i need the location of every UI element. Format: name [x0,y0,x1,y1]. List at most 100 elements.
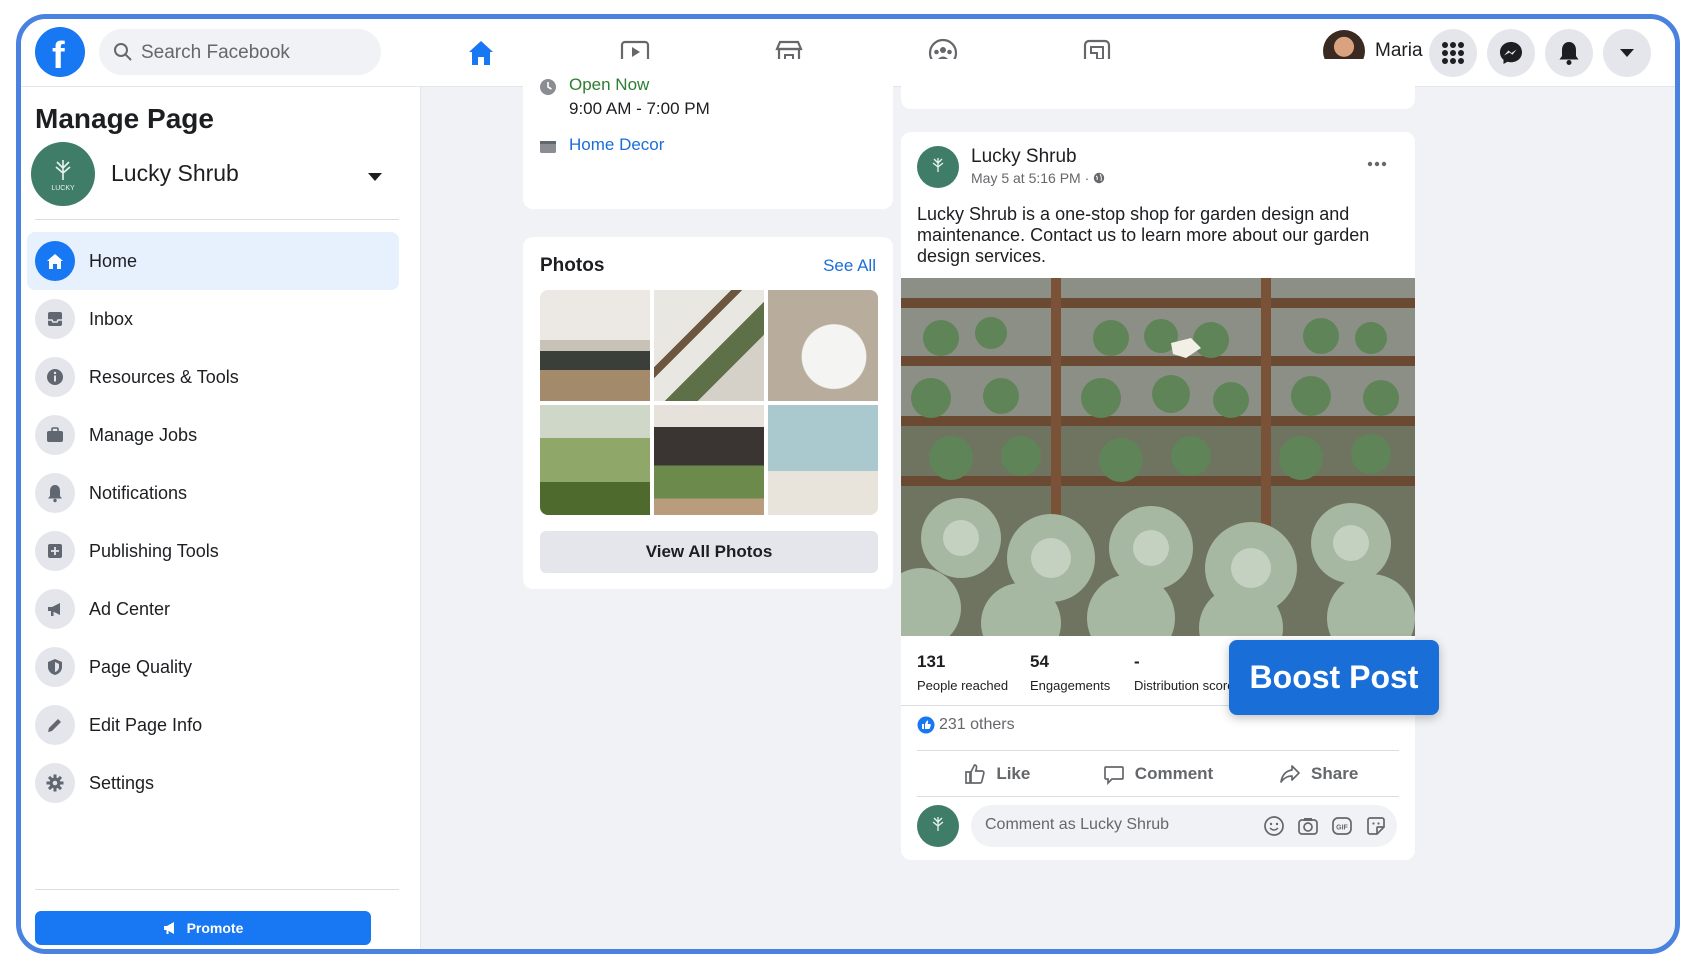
sidebar-menu: Home Inbox Resources & Tools Manage Jobs… [27,232,399,812]
reactions-count: 231 others [939,716,1015,733]
sidebar-item-ad-center[interactable]: Ad Center [27,580,399,638]
comment-placeholder: Comment as Lucky Shrub [985,816,1170,833]
messenger-icon[interactable] [1487,29,1535,77]
category-link[interactable]: Home Decor [569,135,664,155]
comment-tools: GIF [1263,815,1387,837]
clock-icon [540,79,556,95]
sidebar-item-manage-jobs[interactable]: Manage Jobs [27,406,399,464]
sidebar-item-settings[interactable]: Settings [27,754,399,812]
like-label: Like [996,764,1031,783]
tag-icon [540,141,556,153]
comment-input[interactable]: Comment as Lucky Shrub GIF [971,805,1397,847]
post-text: Lucky Shrub is a one-stop shop for garde… [917,204,1370,266]
stat-label: Distribution score [1134,678,1235,693]
like-button[interactable]: Like [917,752,1078,796]
stat-value: 54 [1030,652,1049,671]
comment-composer: Comment as Lucky Shrub GIF [917,805,1399,849]
facebook-logo-icon[interactable]: f [35,27,85,77]
share-button[interactable]: Share [1238,752,1399,796]
sidebar-item-resources-tools[interactable]: Resources & Tools [27,348,399,406]
shield-icon [35,647,75,687]
stat-value: 131 [917,652,946,671]
divider [917,750,1399,751]
sidebar-item-label: Page Quality [89,656,193,677]
info-icon [35,357,75,397]
photo-thumbnail[interactable] [540,404,650,515]
sidebar-item-page-quality[interactable]: Page Quality [27,638,399,696]
search-placeholder: Search Facebook [141,42,290,63]
comment-button[interactable]: Comment [1078,752,1239,796]
app-window: f Search Facebook Maria Manage Page LUCK… [16,14,1680,954]
sticker-icon[interactable] [1365,815,1387,837]
boost-post-button[interactable]: Boost Post [1229,640,1439,715]
photo-thumbnail[interactable] [540,290,650,401]
divider [35,219,399,220]
sidebar-item-home[interactable]: Home [27,232,399,290]
stat-value: - [1134,652,1140,671]
caret-down-icon[interactable] [367,169,383,187]
page-selector[interactable]: LUCKY Lucky Shrub [31,142,383,208]
account-caret-down-icon[interactable] [1603,29,1651,77]
gear-icon [35,763,75,803]
sidebar-item-label: Resources & Tools [89,366,239,387]
photo-grid [540,290,878,515]
post-author[interactable]: Lucky Shrub [971,146,1077,168]
like-reaction-icon [917,716,935,734]
sidebar-item-edit-page-info[interactable]: Edit Page Info [27,696,399,754]
page-avatar[interactable] [917,146,959,188]
briefcase-icon [35,415,75,455]
svg-text:LUCKY: LUCKY [51,185,75,192]
promote-button[interactable]: Promote [35,911,371,945]
sidebar-item-inbox[interactable]: Inbox [27,290,399,348]
camera-icon[interactable] [1297,815,1319,837]
promote-label: Promote [186,920,244,936]
share-icon [1280,765,1300,783]
search-icon [114,43,132,61]
divider [917,796,1399,797]
sidebar-item-notifications[interactable]: Notifications [27,464,399,522]
globe-icon [1093,172,1105,184]
more-options-icon[interactable] [1367,154,1387,172]
sidebar-item-label: Settings [89,772,155,793]
sidebar-item-label: Inbox [89,308,134,329]
photo-thumbnail[interactable] [768,290,878,401]
search-bar[interactable]: Search Facebook [99,29,381,75]
pencil-icon [35,705,75,745]
sidebar-item-label: Notifications [89,482,188,503]
post-image[interactable] [881,278,1415,670]
stat-people-reached: 131 People reached [917,652,1008,693]
share-label: Share [1311,764,1359,783]
sidebar-item-label: Manage Jobs [89,424,198,445]
page-avatar: LUCKY [31,142,95,206]
photo-thumbnail[interactable] [654,290,764,401]
menu-grid-icon[interactable] [1429,29,1477,77]
home-icon [35,241,75,281]
emoji-icon[interactable] [1263,815,1285,837]
comment-label: Comment [1134,764,1214,783]
comment-icon [1103,766,1124,785]
reactions-summary[interactable]: 231 others [917,716,1015,734]
post-actions: Like Comment Share [917,752,1399,796]
sidebar-item-publishing-tools[interactable]: Publishing Tools [27,522,399,580]
page-name: Lucky Shrub [111,160,239,186]
photo-thumbnail[interactable] [654,404,764,515]
view-all-photos-button[interactable]: View All Photos [540,531,878,573]
hours-text: 9:00 AM - 7:00 PM [569,99,710,118]
open-status: Open Now [569,75,650,94]
photo-thumbnail[interactable] [768,404,878,515]
home-icon[interactable] [461,33,501,73]
see-all-link[interactable]: See All [823,256,876,276]
sidebar-item-label: Publishing Tools [89,540,219,561]
post-card: Lucky Shrub May 5 at 5:16 PM · Lucky Shr… [881,132,1415,860]
bell-icon[interactable] [1545,29,1593,77]
sidebar-title: Manage Page [35,103,214,134]
megaphone-icon [163,922,174,934]
page-info-card: Open Now 9:00 AM - 7:00 PM Home Decor [523,59,893,209]
stat-label: Engagements [1030,678,1111,693]
svg-text:f: f [52,35,65,77]
post-date-text: May 5 at 5:16 PM · [971,170,1094,186]
stat-engagements: 54 Engagements [1030,652,1110,693]
gif-icon[interactable]: GIF [1331,815,1353,837]
megaphone-icon [35,589,75,629]
inbox-icon [35,299,75,339]
